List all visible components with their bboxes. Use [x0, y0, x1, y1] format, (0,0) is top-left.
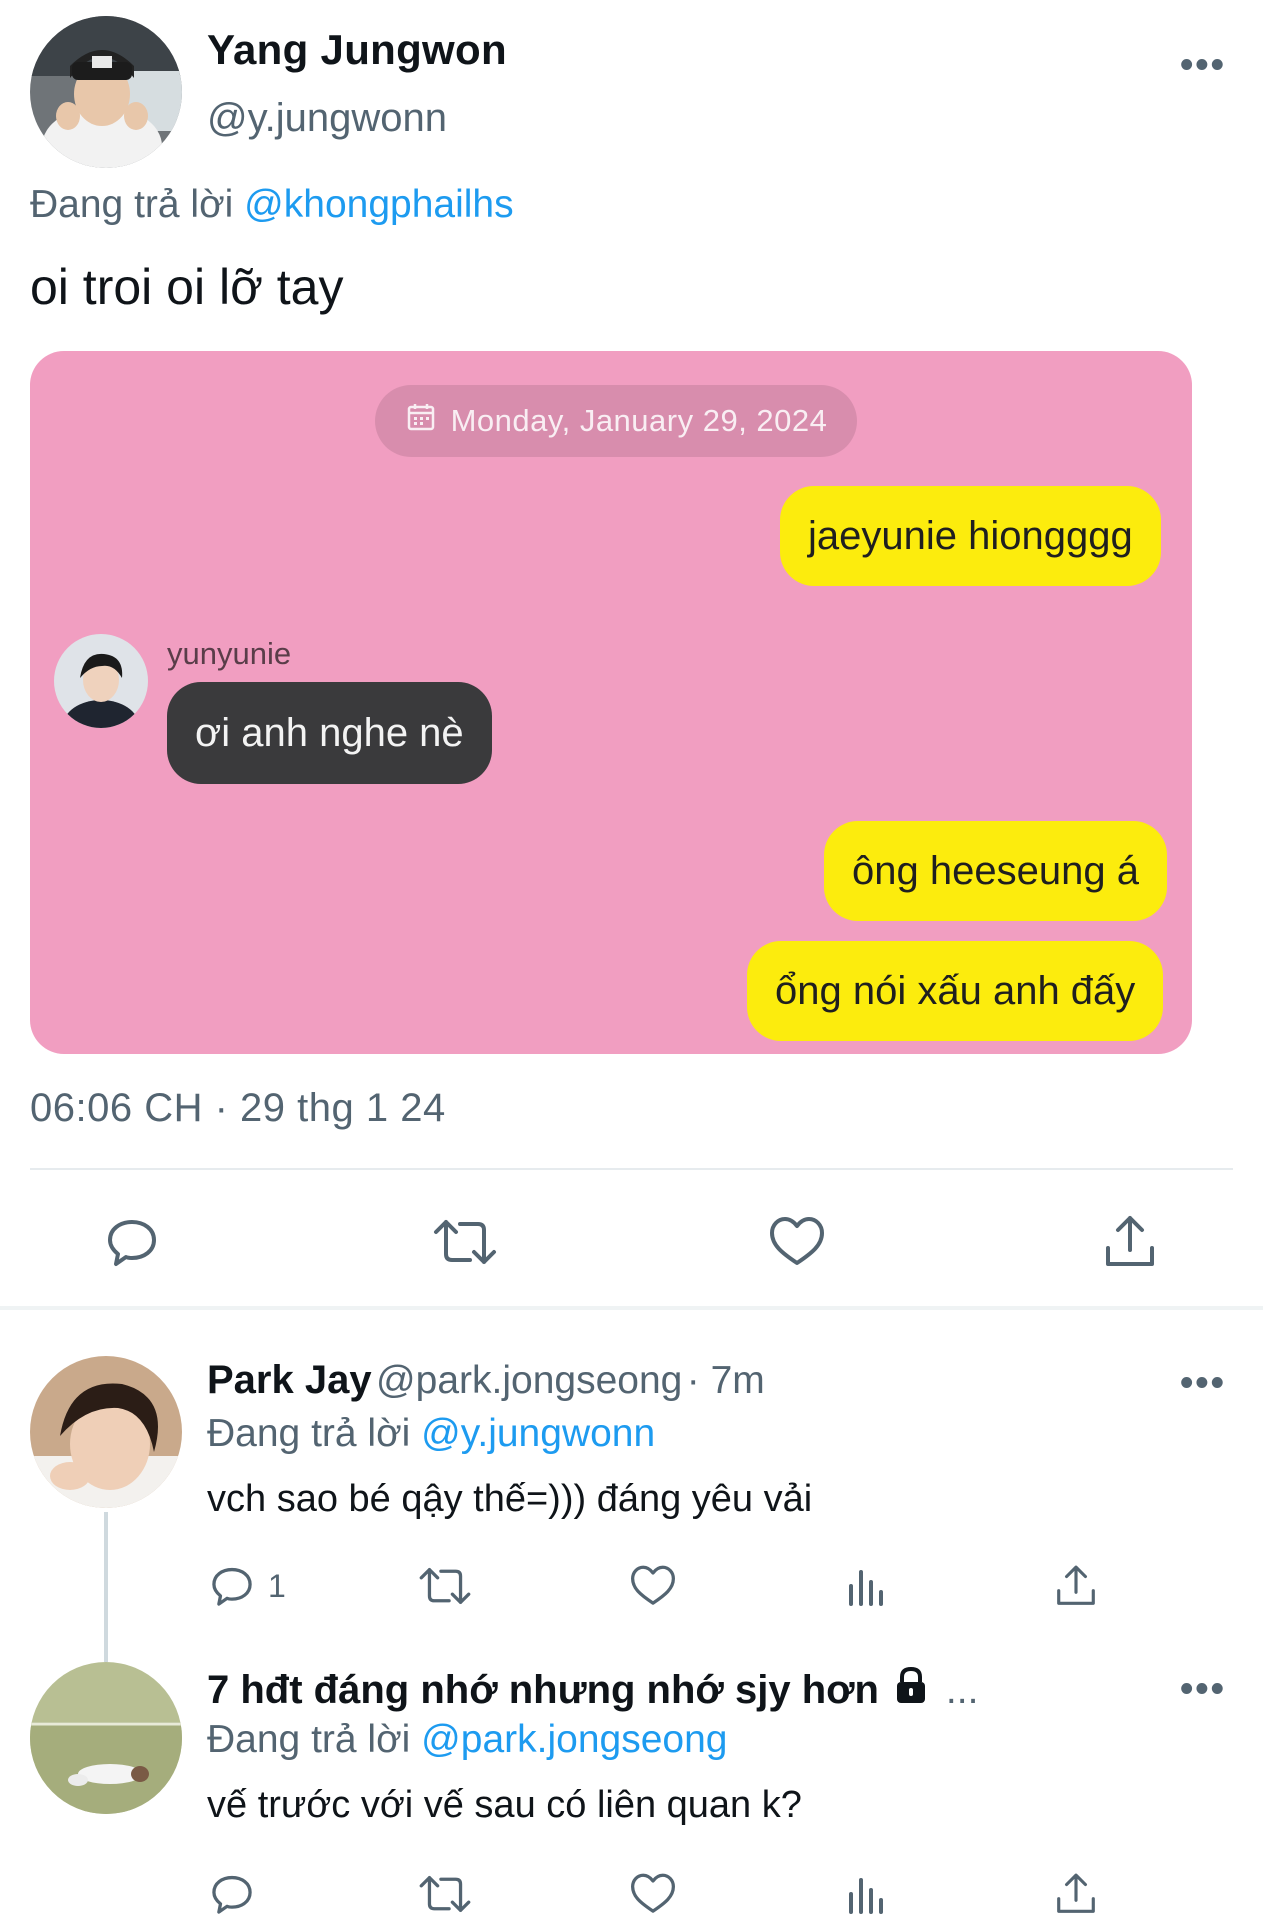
- reply-header: Park Jay @park.jongseong · 7m: [207, 1358, 765, 1403]
- name-overflow: ...: [945, 1669, 979, 1712]
- like-icon[interactable]: [765, 1210, 829, 1274]
- chat-bubble-sent: jaeyunie hiongggg: [780, 486, 1161, 586]
- replying-to-link[interactable]: @y.jungwonn: [421, 1412, 655, 1455]
- views-icon[interactable]: [842, 1870, 890, 1918]
- chat-sender-name: yunyunie: [167, 636, 292, 671]
- more-options-icon[interactable]: •••: [1180, 44, 1226, 87]
- reply-time[interactable]: · 7m: [687, 1359, 765, 1402]
- replying-to: Đang trả lời @khongphailhs: [30, 183, 514, 227]
- like-icon[interactable]: [628, 1870, 678, 1918]
- divider: [30, 1168, 1233, 1170]
- share-icon[interactable]: [1052, 1870, 1100, 1918]
- reply-avatar[interactable]: [30, 1356, 182, 1508]
- chat-bubble-received: ơi anh nghe nè: [167, 682, 492, 784]
- reply-text: vch sao bé qậy thế=))) đáng yêu vải: [207, 1478, 813, 1520]
- like-icon[interactable]: [628, 1562, 678, 1610]
- reply-icon[interactable]: [208, 1562, 256, 1610]
- reply-header: 7 hđt đáng nhớ nhưng nhớ sjy hơn ...: [207, 1665, 978, 1713]
- author-handle[interactable]: @y.jungwonn: [207, 96, 447, 141]
- replying-to-link[interactable]: @khongphailhs: [244, 183, 513, 226]
- author-avatar[interactable]: [30, 16, 182, 168]
- tweet-text: oi troi oi lỡ tay: [30, 259, 344, 315]
- reply-count: 1: [268, 1568, 286, 1604]
- chat-date-pill: Monday, January 29, 2024: [375, 385, 857, 457]
- lock-icon: [891, 1665, 931, 1710]
- share-icon[interactable]: [1052, 1562, 1100, 1610]
- retweet-icon[interactable]: [418, 1870, 472, 1918]
- section-divider: [0, 1306, 1263, 1310]
- replying-prefix: Đang trả lời: [30, 183, 234, 226]
- reply-author-handle[interactable]: @park.jongseong: [376, 1359, 682, 1402]
- more-options-icon[interactable]: •••: [1180, 1668, 1226, 1711]
- thread-line: [104, 1512, 108, 1662]
- chat-sender-avatar: [54, 634, 148, 728]
- chat-date: Monday, January 29, 2024: [450, 403, 828, 438]
- reply-avatar[interactable]: [30, 1662, 182, 1814]
- chat-bubble-sent: ông heeseung á: [824, 821, 1167, 921]
- retweet-icon[interactable]: [418, 1562, 472, 1610]
- tweet-image-chat[interactable]: Monday, January 29, 2024 jaeyunie hiongg…: [30, 351, 1192, 1054]
- author-name[interactable]: Yang Jungwon: [207, 26, 507, 74]
- more-options-icon[interactable]: •••: [1180, 1362, 1226, 1405]
- reply-replying-to: Đang trả lời @y.jungwonn: [207, 1412, 655, 1456]
- reply-text: vế trước với vế sau có liên quan k?: [207, 1784, 802, 1826]
- replying-to-link[interactable]: @park.jongseong: [421, 1718, 727, 1761]
- chat-bubble-sent: ổng nói xấu anh đấy: [747, 941, 1164, 1041]
- tweet-timestamp[interactable]: 06:06 CH · 29 thg 1 24: [30, 1086, 446, 1131]
- calendar-icon: [405, 401, 437, 441]
- retweet-icon[interactable]: [430, 1210, 500, 1274]
- reply-icon[interactable]: [100, 1210, 164, 1274]
- share-icon[interactable]: [1098, 1210, 1162, 1274]
- reply-replying-to: Đang trả lời @park.jongseong: [207, 1718, 727, 1762]
- replying-prefix: Đang trả lời: [207, 1718, 411, 1761]
- reply-author-name[interactable]: 7 hđt đáng nhớ nhưng nhớ sjy hơn: [207, 1668, 879, 1712]
- replying-prefix: Đang trả lời: [207, 1412, 411, 1455]
- reply-author-name[interactable]: Park Jay: [207, 1358, 372, 1402]
- views-icon[interactable]: [842, 1562, 890, 1610]
- reply-icon[interactable]: [208, 1870, 256, 1918]
